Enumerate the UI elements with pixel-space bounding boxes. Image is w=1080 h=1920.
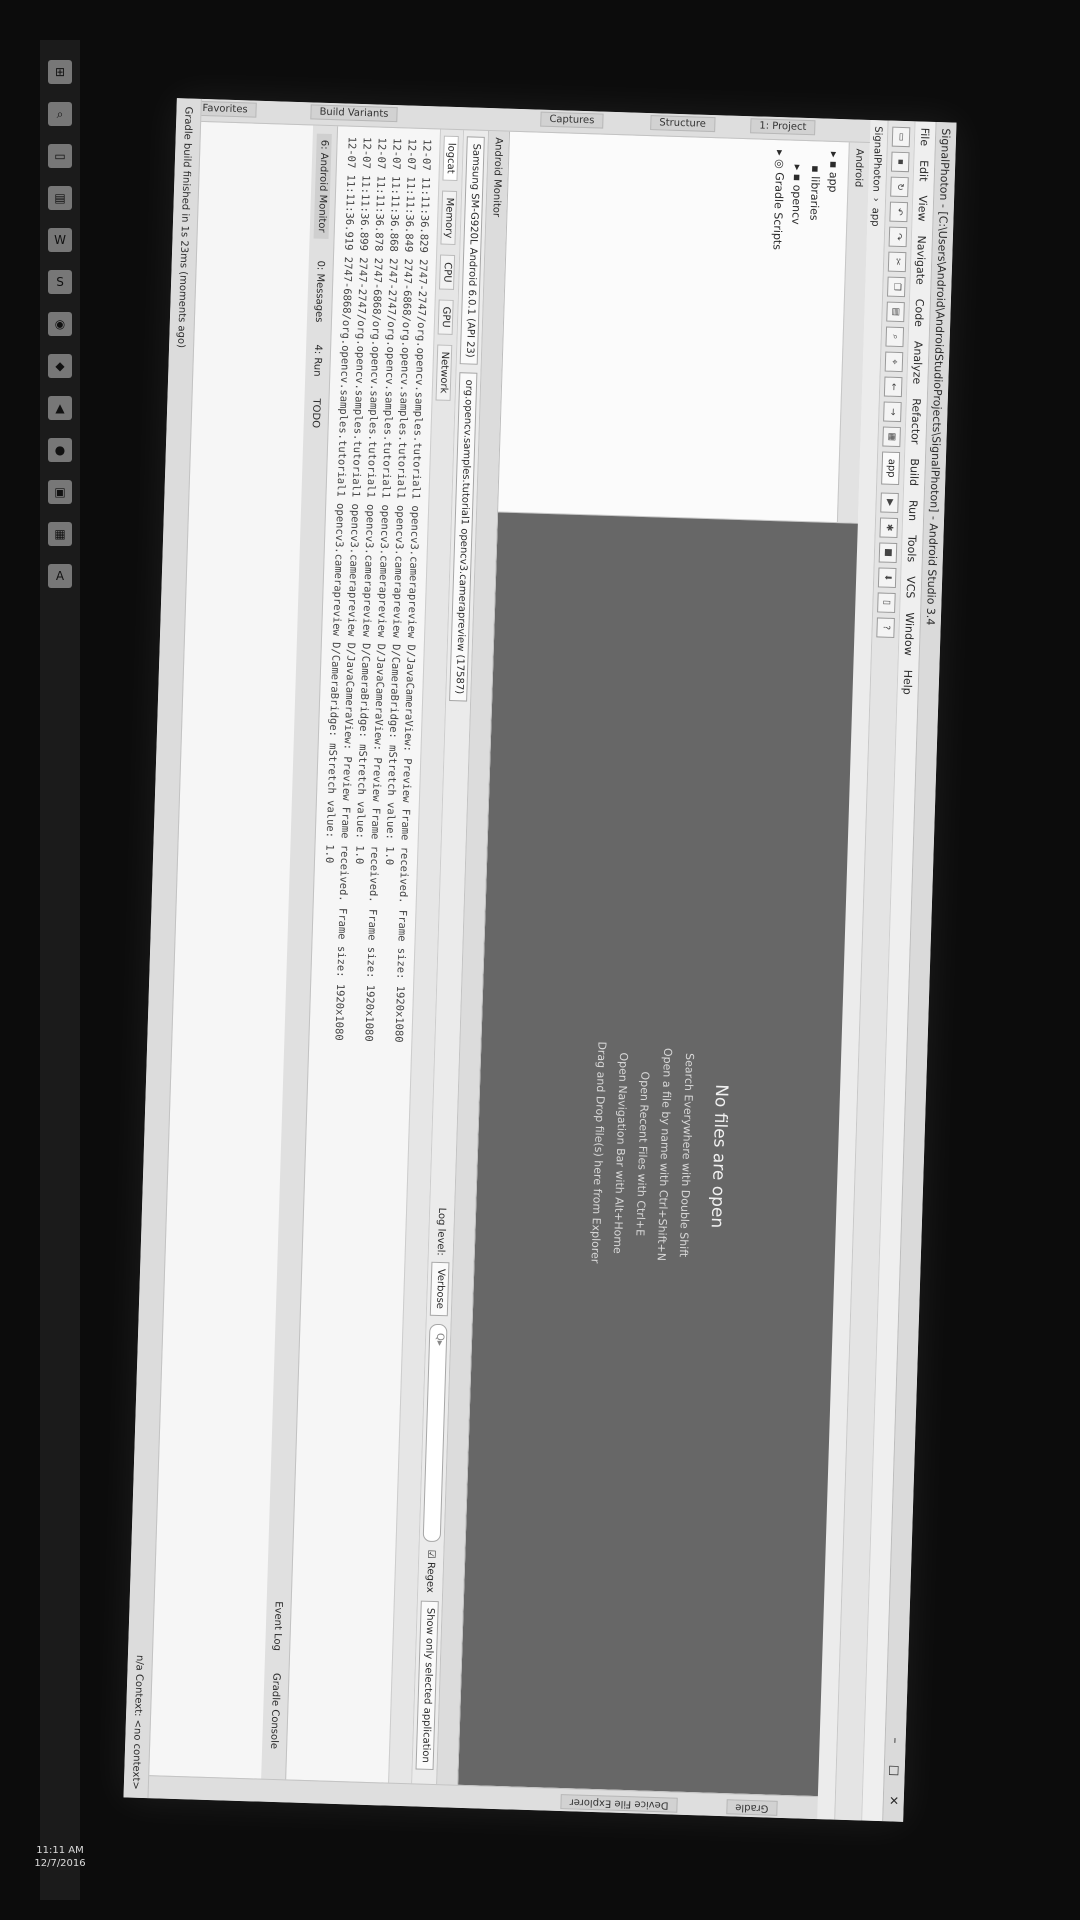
app-icon[interactable]: ● <box>48 438 72 462</box>
copy-icon[interactable]: ❐ <box>887 276 906 298</box>
android-monitor-title: Android Monitor <box>490 137 505 218</box>
menu-navigate[interactable]: Navigate <box>914 235 929 285</box>
filter-select[interactable]: Show only selected application <box>415 1600 439 1771</box>
menu-help[interactable]: Help <box>901 670 915 695</box>
event-log-tab[interactable]: Event Log <box>272 1601 285 1651</box>
replace-icon[interactable]: ⌖ <box>884 351 904 373</box>
menu-code[interactable]: Code <box>913 299 927 328</box>
android-view-select[interactable]: Android <box>853 148 865 187</box>
device-select[interactable]: Samsung SM-G920L Android 6.0.1 (API 23) <box>459 136 485 365</box>
editor-area: No files are open Search Everywhere with… <box>458 512 858 1797</box>
tab-logcat[interactable]: logcat <box>442 135 460 181</box>
messages-tab[interactable]: 0: Messages <box>313 260 326 322</box>
log-level-label: Log level: <box>435 1207 448 1256</box>
avd-manager-icon[interactable]: ▯ <box>877 592 896 613</box>
app-icon[interactable]: ▲ <box>48 396 72 420</box>
run-tab[interactable]: 4: Run <box>312 344 324 376</box>
redo-icon[interactable]: ↷ <box>888 226 908 248</box>
cut-icon[interactable]: ✂ <box>887 251 907 273</box>
app-icon[interactable]: ▣ <box>48 480 72 504</box>
undo-icon[interactable]: ↶ <box>889 201 908 223</box>
clock[interactable]: 11:11 AM 12/7/2016 <box>34 1844 85 1870</box>
project-side-tab[interactable]: 1: Project <box>750 118 816 136</box>
clock-date: 12/7/2016 <box>34 1858 86 1869</box>
save-icon[interactable]: ▪ <box>890 151 910 173</box>
nav-project-crumb[interactable]: SignalPhoton <box>871 126 884 192</box>
menu-tools[interactable]: Tools <box>905 535 919 563</box>
menu-edit[interactable]: Edit <box>917 160 931 182</box>
sync-icon[interactable]: ↻ <box>890 176 909 198</box>
maximize-button[interactable]: □ <box>887 1755 902 1785</box>
search-icon[interactable]: ⌕ <box>48 102 72 126</box>
stop-icon[interactable]: ■ <box>878 542 898 563</box>
help-icon[interactable]: ? <box>876 617 895 638</box>
menu-refactor[interactable]: Refactor <box>909 398 923 445</box>
captures-side-tab[interactable]: Captures <box>540 111 604 129</box>
upper-split: Android ▸ ▪ app ▪ libraries ▸ ▪ opencv ▸… <box>458 131 870 1797</box>
main-area: 1: Project Structure Captures Build Vari… <box>147 98 871 1820</box>
run-icon[interactable]: ▶ <box>880 492 899 513</box>
build-variants-side-tab[interactable]: Build Variants <box>310 104 398 123</box>
regex-checkbox[interactable]: ☑ Regex <box>425 1550 437 1593</box>
logcat-search-input[interactable]: Q▸ <box>422 1323 448 1543</box>
project-tree: ▸ ▪ app ▪ libraries ▸ ▪ opencv ▸ ◎ Gradl… <box>753 140 849 522</box>
browser-icon[interactable]: ◉ <box>48 312 72 336</box>
close-button[interactable]: ✕ <box>886 1785 901 1815</box>
tab-network[interactable]: Network <box>436 344 453 401</box>
clock-time: 11:11 AM <box>36 1845 84 1856</box>
tab-cpu[interactable]: CPU <box>439 254 456 290</box>
status-message: Gradle build finished in 1s 23ms (moment… <box>175 106 195 349</box>
structure-side-tab[interactable]: Structure <box>650 115 716 133</box>
content-area: Android ▸ ▪ app ▪ libraries ▸ ▪ opencv ▸… <box>148 121 870 1797</box>
minimize-button[interactable]: – <box>888 1725 903 1755</box>
make-project-icon[interactable]: ▦ <box>882 426 901 448</box>
menu-build[interactable]: Build <box>908 458 922 486</box>
menu-window[interactable]: Window <box>902 612 916 656</box>
taskbar: ⊞ ⌕ ▭ ▤ W S ◉ ◆ ▲ ● ▣ ▦ A 11:11 AM 12/7/… <box>34 40 86 1900</box>
menu-analyze[interactable]: Analyze <box>911 341 925 385</box>
todo-tab[interactable]: TODO <box>310 398 322 428</box>
status-right: n/a Context: <no context> <box>130 1654 146 1790</box>
monitor-screen: SignalPhoton - [C:\Users\Android\Android… <box>123 98 957 1822</box>
android-monitor-tab[interactable]: 6: Android Monitor <box>314 133 333 239</box>
menu-vcs[interactable]: VCS <box>904 576 918 599</box>
gradle-side-tab[interactable]: Gradle <box>725 1799 778 1816</box>
android-monitor-panel: Android Monitor Samsung SM-G920L Android… <box>148 121 511 1785</box>
tab-gpu[interactable]: GPU <box>438 299 455 335</box>
file-explorer-icon[interactable]: ▤ <box>48 186 72 210</box>
tab-memory[interactable]: Memory <box>440 190 458 246</box>
menu-run[interactable]: Run <box>906 500 920 521</box>
no-files-title: No files are open <box>706 1083 732 1229</box>
menu-view[interactable]: View <box>916 195 930 222</box>
word-icon[interactable]: W <box>48 228 72 252</box>
menu-file[interactable]: File <box>918 127 932 146</box>
open-folder-icon[interactable]: ▭ <box>891 126 911 148</box>
paste-icon[interactable]: ▤ <box>886 301 905 323</box>
forward-icon[interactable]: → <box>883 401 902 423</box>
start-icon[interactable]: ⊞ <box>48 60 72 84</box>
run-config-select[interactable]: app <box>881 451 901 485</box>
find-icon[interactable]: ⌕ <box>885 326 905 348</box>
sdk-manager-icon[interactable]: ⬇ <box>877 567 897 588</box>
skype-icon[interactable]: S <box>48 270 72 294</box>
debug-icon[interactable]: ✱ <box>879 517 899 538</box>
log-level-select[interactable]: Verbose <box>429 1261 450 1317</box>
gradle-console-tab[interactable]: Gradle Console <box>269 1673 282 1749</box>
nav-module-crumb[interactable]: app <box>870 208 882 227</box>
project-panel: Android ▸ ▪ app ▪ libraries ▸ ▪ opencv ▸… <box>498 131 870 524</box>
android-studio-icon[interactable]: A <box>48 564 72 588</box>
task-view-icon[interactable]: ▭ <box>48 144 72 168</box>
device-file-explorer-side-tab[interactable]: Device File Explorer <box>560 1794 678 1813</box>
back-icon[interactable]: ← <box>883 376 903 398</box>
app-icon[interactable]: ◆ <box>48 354 72 378</box>
app-icon[interactable]: ▦ <box>48 522 72 546</box>
